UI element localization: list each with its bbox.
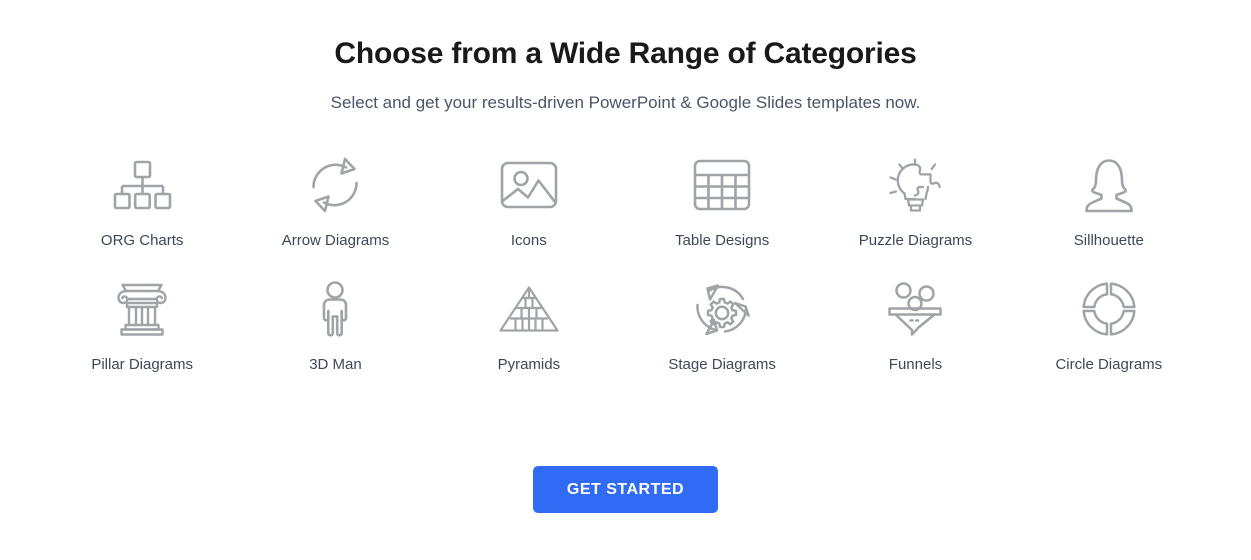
category-item-sillhouette[interactable]: Sillhouette (1012, 143, 1205, 255)
cta-container: GET STARTED (0, 466, 1251, 513)
category-item-stage-diagrams[interactable]: Stage Diagrams (625, 267, 818, 379)
column-pillar-icon (106, 273, 178, 345)
category-grid: ORG Charts Arrow Diagrams Icons Table De… (46, 115, 1206, 379)
page-subtitle: Select and get your results-driven Power… (330, 93, 921, 112)
gear-cycle-icon (686, 273, 758, 345)
category-item-arrow-diagrams[interactable]: Arrow Diagrams (239, 143, 432, 255)
category-item-pillar-diagrams[interactable]: Pillar Diagrams (46, 267, 239, 379)
category-item-table-designs[interactable]: Table Designs (625, 143, 818, 255)
donut-quadrants-icon (1073, 273, 1145, 345)
category-item-circle-diagrams[interactable]: Circle Diagrams (1012, 267, 1205, 379)
funnel-icon (879, 273, 951, 345)
circular-arrows-icon (299, 149, 371, 221)
category-label: Stage Diagrams (668, 356, 776, 373)
category-label: 3D Man (309, 356, 362, 373)
category-label: Icons (510, 232, 547, 249)
standing-person-icon (299, 273, 371, 345)
category-label: ORG Charts (100, 232, 184, 249)
image-placeholder-icon (493, 149, 565, 221)
category-label: Pyramids (497, 356, 561, 373)
category-label: Circle Diagrams (1055, 356, 1163, 373)
category-label: Puzzle Diagrams (858, 232, 973, 249)
category-label: Table Designs (675, 232, 770, 249)
puzzle-lightbulb-icon (879, 149, 951, 221)
category-section: Choose from a Wide Range of Categories S… (0, 0, 1251, 560)
page-title: Choose from a Wide Range of Categories (334, 37, 917, 70)
category-item-3d-man[interactable]: 3D Man (239, 267, 432, 379)
category-label: Sillhouette (1073, 232, 1144, 249)
person-bust-icon (1073, 149, 1145, 221)
org-chart-icon (106, 149, 178, 221)
category-item-funnels[interactable]: Funnels (819, 267, 1012, 379)
pyramid-icon (493, 273, 565, 345)
get-started-button[interactable]: GET STARTED (532, 466, 719, 513)
category-label: Arrow Diagrams (281, 232, 390, 249)
table-grid-icon (686, 149, 758, 221)
category-label: Pillar Diagrams (91, 356, 194, 373)
category-item-pyramids[interactable]: Pyramids (432, 267, 625, 379)
category-item-puzzle-diagrams[interactable]: Puzzle Diagrams (819, 143, 1012, 255)
category-label: Funnels (888, 356, 943, 373)
category-item-icons[interactable]: Icons (432, 143, 625, 255)
category-item-org-charts[interactable]: ORG Charts (46, 143, 239, 255)
